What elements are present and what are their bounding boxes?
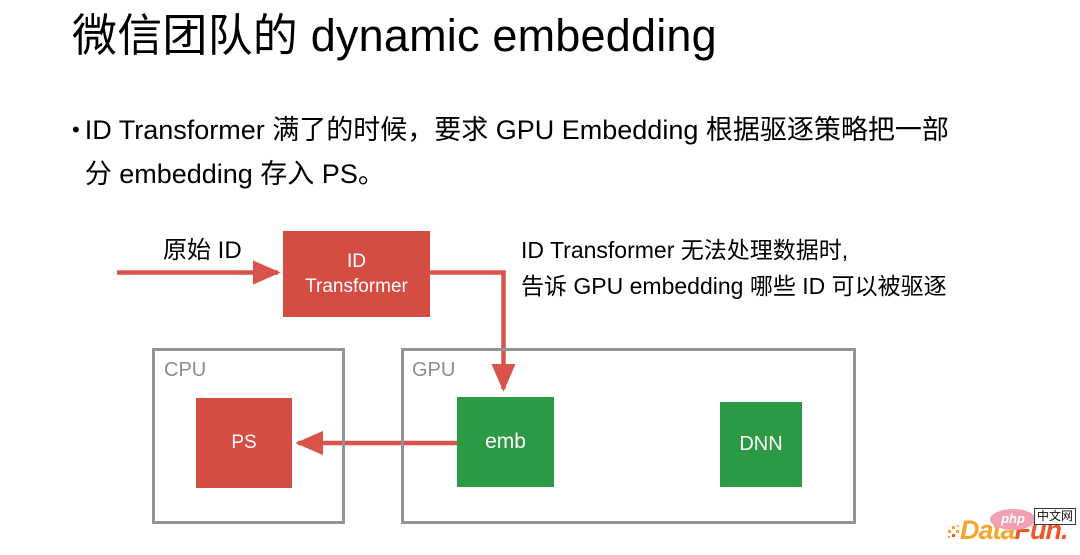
- watermark-logo: DataFun. php 中文网: [946, 508, 1077, 550]
- dnn-box: DNN: [720, 402, 802, 487]
- ps-box: PS: [196, 398, 292, 488]
- annotation-line-1: ID Transformer 无法处理数据时,: [521, 237, 849, 263]
- slide-canvas: 微信团队的 dynamic embedding • ID Transformer…: [0, 0, 1080, 555]
- ps-label: PS: [231, 432, 257, 453]
- label-original-id: 原始 ID: [163, 237, 242, 264]
- id-transformer-box: ID Transformer: [283, 231, 430, 317]
- id-transformer-label-line2: Transformer: [305, 276, 408, 297]
- watermark-cn-label: 中文网: [1034, 508, 1077, 525]
- architecture-diagram: 原始 ID ID Transformer 无法处理数据时, 告诉 GPU emb…: [0, 0, 1080, 555]
- emb-box: emb: [457, 397, 554, 487]
- emb-label: emb: [485, 430, 526, 453]
- annotation-line-2: 告诉 GPU embedding 哪些 ID 可以被驱逐: [521, 273, 947, 299]
- gpu-container-label: GPU: [412, 359, 456, 381]
- diagram-annotation: ID Transformer 无法处理数据时, 告诉 GPU embedding…: [521, 232, 947, 304]
- dnn-label: DNN: [739, 433, 783, 455]
- watermark-php-label: php: [1001, 511, 1025, 526]
- id-transformer-label-line1: ID: [346, 251, 366, 272]
- cpu-container-label: CPU: [164, 359, 207, 381]
